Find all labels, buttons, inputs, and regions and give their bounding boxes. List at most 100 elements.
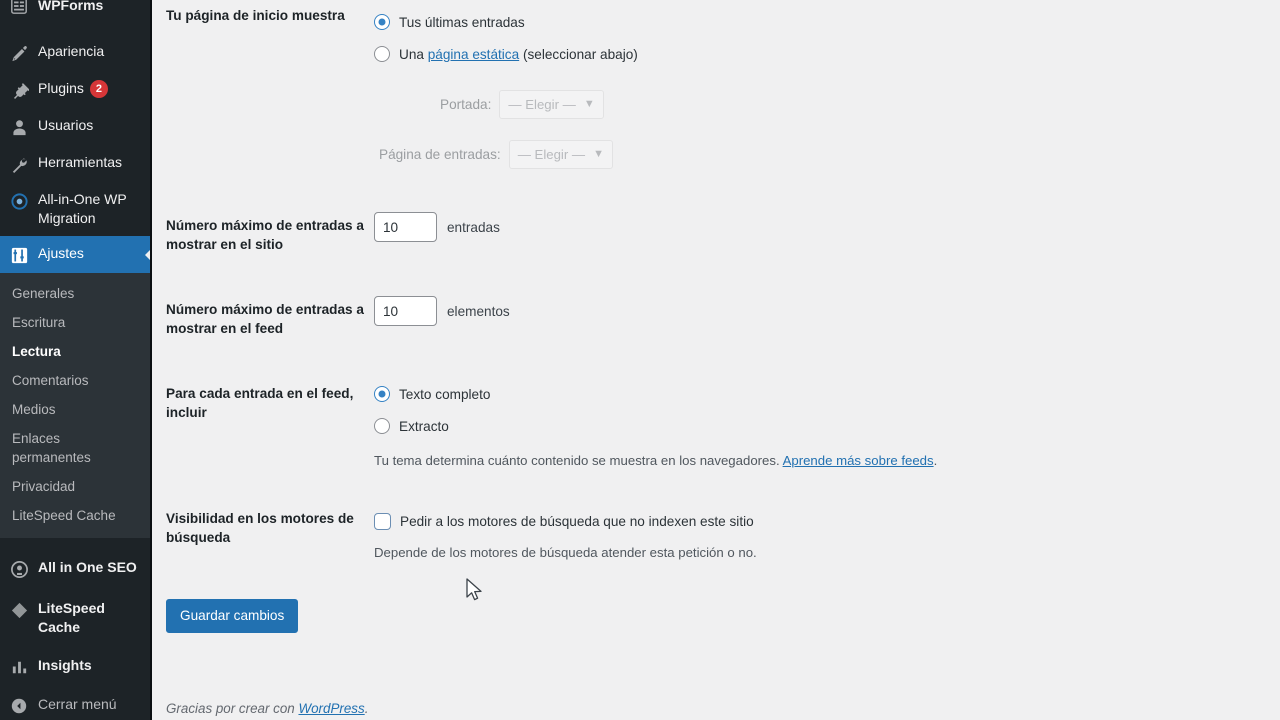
radio-latest-posts-label: Tus últimas entradas (399, 14, 525, 30)
feed-help-suffix: . (933, 453, 938, 468)
front-page-select-value: — Elegir — (508, 97, 576, 112)
aioseo-icon (9, 559, 29, 579)
posts-per-page-unit: entradas (447, 219, 500, 235)
search-visibility-checkbox-row[interactable]: Pedir a los motores de búsqueda que no i… (374, 508, 1280, 534)
row-label: Número máximo de entradas a mostrar en e… (166, 218, 364, 252)
row-label: Para cada entrada en el feed, incluir (166, 386, 354, 420)
sidebar-subitem-medios[interactable]: Medios (0, 395, 152, 424)
sidebar-collapse-button[interactable]: Cerrar menú (0, 686, 152, 720)
litespeed-icon (9, 600, 29, 620)
row-search-visibility: Visibilidad en los motores de búsqueda P… (166, 509, 1280, 562)
sidebar-item-all-in-one-wp-migration[interactable]: All-in-One WP Migration (0, 182, 152, 236)
sidebar-item-wpforms[interactable]: WPForms (0, 0, 152, 18)
sidebar-item-plugins[interactable]: Plugins 2 (0, 71, 152, 108)
posts-per-rss-unit: elementos (447, 303, 510, 319)
radio-latest-posts-input[interactable] (374, 14, 390, 30)
radio-feed-full-text-input[interactable] (374, 386, 390, 402)
static-page-link[interactable]: página estática (428, 47, 519, 62)
radio-latest-posts[interactable]: Tus últimas entradas (374, 6, 1280, 38)
sidebar-item-insights[interactable]: Insights (0, 647, 152, 686)
migration-icon (9, 191, 29, 211)
radio-static-page-input[interactable] (374, 46, 390, 62)
user-icon (9, 117, 29, 137)
sidebar-subitem-litespeed-cache[interactable]: LiteSpeed Cache (0, 501, 152, 530)
row-feed-content: Para cada entrada en el feed, incluir Te… (166, 384, 1280, 470)
static-prefix: Una (399, 46, 428, 62)
posts-page-label: Página de entradas: (379, 147, 501, 162)
wrench-icon (9, 154, 29, 174)
chevron-down-icon: ▼ (593, 148, 604, 160)
search-visibility-checkbox-label: Pedir a los motores de búsqueda que no i… (400, 513, 754, 529)
sidebar-item-label: LiteSpeed Cache (38, 600, 105, 635)
posts-page-select-value: — Elegir — (517, 147, 586, 162)
sidebar-item-label: Apariencia (38, 43, 105, 59)
sidebar-item-label: Herramientas (38, 154, 123, 170)
sidebar-subitem-enlaces-permanentes[interactable]: Enlaces permanentes (0, 424, 152, 472)
row-label: Número máximo de entradas a mostrar en e… (166, 302, 364, 336)
sidebar-item-all-in-one-seo[interactable]: All in One SEO (0, 548, 152, 589)
sidebar-subitem-privacidad[interactable]: Privacidad (0, 472, 152, 501)
radio-feed-excerpt-input[interactable] (374, 418, 390, 434)
radio-static-page-label: Una página estática (seleccionar abajo) (399, 47, 638, 62)
feed-help-text: Tu tema determina cuánto contenido se mu… (374, 451, 1280, 470)
plug-icon (9, 80, 29, 100)
row-posts-per-rss: Número máximo de entradas a mostrar en e… (166, 296, 1280, 338)
row-field: Pedir a los motores de búsqueda que no i… (374, 508, 1280, 562)
settings-submenu: Generales Escritura Lectura Comentarios … (0, 273, 152, 538)
save-changes-button[interactable]: Guardar cambios (166, 599, 299, 633)
collapse-arrow-icon (9, 696, 29, 716)
admin-page: WPForms Apariencia Plugins 2 Usuarios He… (0, 0, 1280, 720)
front-page-select-row: Portada: — Elegir — ▼ (440, 90, 1280, 119)
sidebar-item-herramientas[interactable]: Herramientas (0, 145, 152, 182)
radio-feed-excerpt[interactable]: Extracto (374, 410, 1280, 442)
sidebar-item-usuarios[interactable]: Usuarios (0, 108, 152, 145)
insights-icon (9, 657, 29, 677)
menu-separator (0, 538, 152, 548)
plugins-update-badge: 2 (89, 80, 108, 99)
wpforms-icon (9, 0, 29, 16)
row-field: Texto completo Extracto Tu tema determin… (374, 378, 1280, 470)
settings-icon (9, 245, 29, 265)
sidebar-item-label: Insights (38, 657, 92, 673)
feed-help-link[interactable]: Aprende más sobre feeds (783, 453, 934, 468)
sidebar-item-apariencia[interactable]: Apariencia (0, 34, 152, 71)
sidebar-item-label: All-in-One WP Migration (38, 191, 127, 226)
posts-page-select[interactable]: — Elegir — ▼ (508, 140, 613, 169)
chevron-down-icon: ▼ (583, 98, 595, 110)
posts-per-rss-input[interactable] (374, 296, 437, 326)
footer-prefix: Gracias por crear con (166, 701, 299, 716)
settings-form: Tu página de inicio muestra Tus últimas … (152, 0, 1280, 633)
radio-static-page[interactable]: Una página estática (seleccionar abajo) (374, 38, 1280, 70)
sidebar-subitem-lectura[interactable]: Lectura (0, 337, 152, 366)
row-field: elementos (374, 296, 1280, 326)
sidebar-subitem-generales[interactable]: Generales (0, 279, 152, 308)
feed-help-prefix: Tu tema determina cuánto contenido se mu… (374, 453, 783, 468)
sidebar-item-label: All in One SEO (38, 559, 137, 575)
sidebar-subitem-escritura[interactable]: Escritura (0, 308, 152, 337)
search-visibility-checkbox[interactable] (374, 512, 391, 530)
row-label: Visibilidad en los motores de búsqueda (166, 511, 354, 545)
posts-per-page-input[interactable] (374, 212, 437, 242)
sidebar-item-ajustes[interactable]: Ajustes (0, 236, 152, 273)
front-page-label: Portada: (440, 97, 492, 112)
radio-feed-excerpt-label: Extracto (399, 418, 449, 434)
sidebar-plugins-label: Plugins (38, 80, 84, 96)
settings-reading-content: Tu página de inicio muestra Tus últimas … (152, 0, 1280, 720)
radio-feed-full-text[interactable]: Texto completo (374, 378, 1280, 410)
row-label: Tu página de inicio muestra (166, 8, 345, 23)
row-posts-per-page: Número máximo de entradas a mostrar en e… (166, 212, 1280, 254)
radio-feed-full-text-label: Texto completo (399, 386, 491, 402)
sidebar-item-litespeed-cache[interactable]: LiteSpeed Cache (0, 589, 152, 647)
paintbrush-icon (9, 43, 29, 63)
sidebar-item-label: Plugins 2 (38, 79, 140, 99)
sidebar-item-label: Ajustes (38, 245, 84, 261)
submit-row: Guardar cambios (166, 599, 1280, 633)
row-field: Tus últimas entradas Una página estática… (374, 6, 1280, 169)
sidebar-item-label: Usuarios (38, 117, 94, 133)
sidebar-subitem-comentarios[interactable]: Comentarios (0, 366, 152, 395)
sidebar-collapse-label: Cerrar menú (38, 696, 117, 712)
front-page-select[interactable]: — Elegir — ▼ (499, 90, 604, 119)
wordpress-link[interactable]: WordPress (298, 701, 364, 716)
row-field: entradas (374, 212, 1280, 242)
search-visibility-help: Depende de los motores de búsqueda atend… (374, 545, 757, 560)
